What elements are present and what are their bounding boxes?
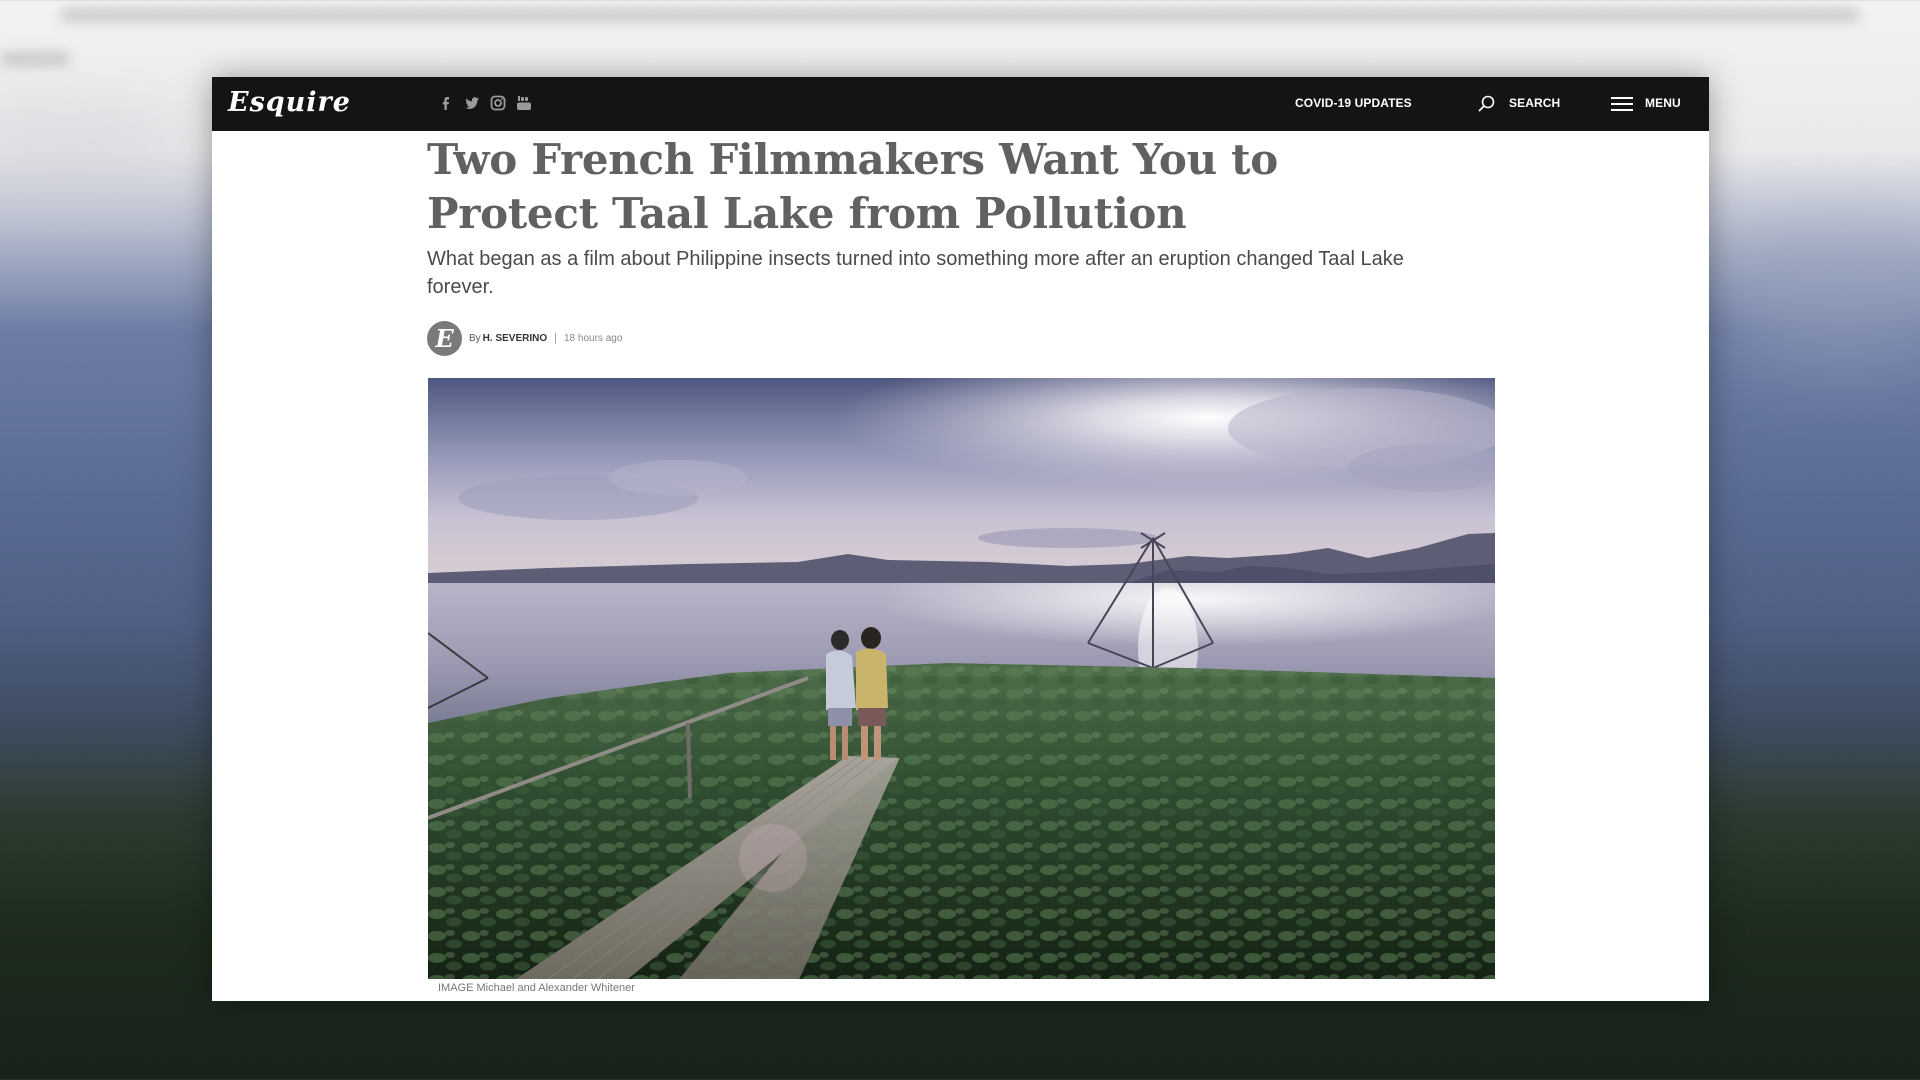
backdrop-blur — [0, 120, 200, 180]
covid-updates-link[interactable]: COVID-19 UPDATES — [1295, 96, 1412, 110]
image-caption: IMAGE Michael and Alexander Whitener — [438, 982, 635, 994]
publish-time: 18 hours ago — [564, 332, 623, 344]
search-icon[interactable] — [1477, 94, 1497, 114]
byline-separator: | — [554, 332, 557, 344]
menu-button[interactable]: MENU — [1645, 96, 1681, 110]
hero-image[interactable] — [428, 378, 1495, 979]
search-button[interactable]: SEARCH — [1509, 96, 1560, 110]
article-dek: What began as a film about Philippine in… — [427, 248, 1404, 298]
author-link[interactable]: H. SEVERINO — [483, 333, 547, 344]
twitter-icon[interactable] — [463, 94, 481, 112]
facebook-icon[interactable] — [437, 94, 455, 112]
backdrop-blur — [0, 52, 70, 66]
hero-photo-illustration — [428, 378, 1495, 979]
backdrop-blur — [1720, 240, 1920, 360]
author-avatar[interactable]: E — [427, 320, 462, 356]
esquire-logo[interactable]: Esquire — [228, 87, 351, 118]
browser-window: Esquire COVID-19 UPDATES SEARCH MENU Two… — [212, 77, 1709, 1001]
byline-prefix: By — [469, 332, 481, 344]
site-header: Esquire COVID-19 UPDATES SEARCH MENU — [212, 77, 1709, 131]
hamburger-menu-icon[interactable] — [1611, 96, 1633, 112]
youtube-icon[interactable] — [515, 94, 533, 112]
instagram-icon[interactable] — [489, 94, 507, 112]
backdrop-blur — [60, 8, 1860, 22]
byline: E By H. SEVERINO | 18 hours ago — [427, 320, 622, 356]
article-headline: Two French Filmmakers Want You to Protec… — [427, 135, 1278, 238]
